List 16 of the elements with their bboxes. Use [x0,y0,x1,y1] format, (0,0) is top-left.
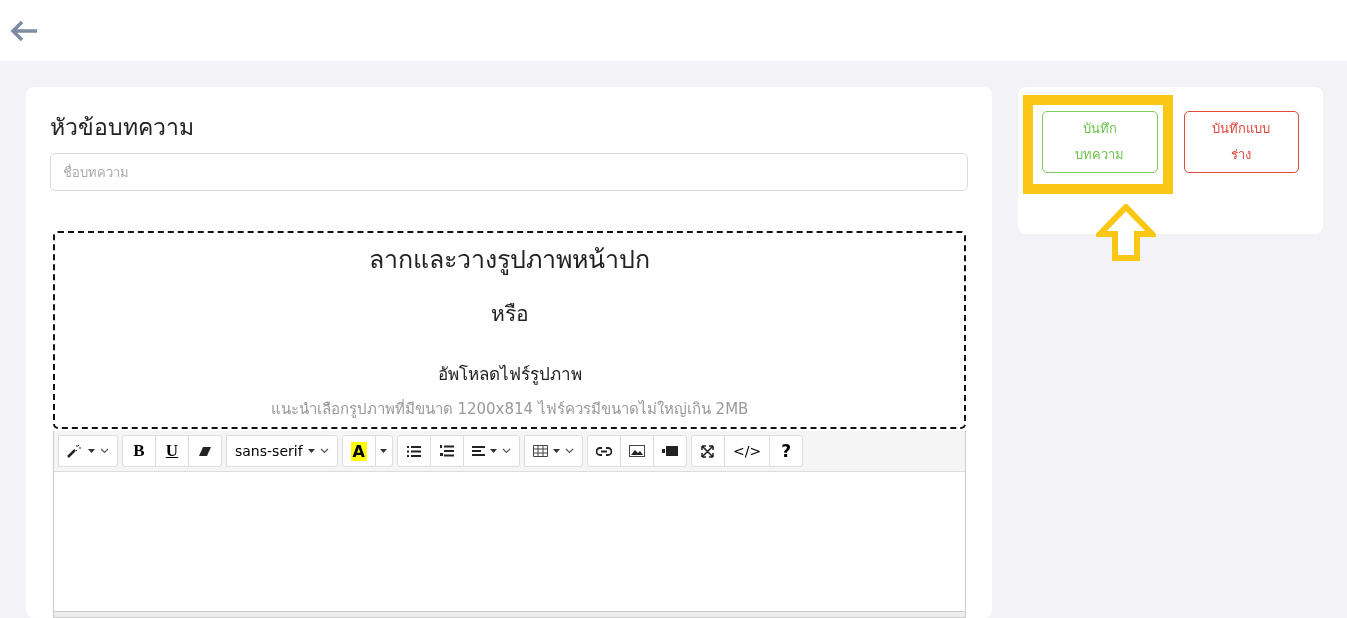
help-button[interactable]: ? [769,435,804,467]
drop-heading: ลากและวางรูปภาพหน้าปก [369,244,650,277]
cover-drop-zone[interactable]: ลากและวางรูปภาพหน้าปก หรือ อัพโหลดไฟร์รูปภาพ แนะนำเลือกรูปภาพที่มีขนาด 1200x814 ไฟร์ควรมีขนาดไม่ใหญ่เกิน 2MB [53,231,966,429]
draft-button[interactable]: บันทึกแบบ ร่าง [1183,111,1299,173]
underline-button[interactable]: U [155,435,189,467]
title-label: หัวข้อบทความ [50,113,195,142]
color-letter: A [350,441,367,461]
or-text: หรือ [490,301,529,328]
text-color-button[interactable]: A [341,435,376,467]
upload-hint: แนะนำเลือกรูปภาพที่มีขนาด 1200x814 ไฟร์ควรมีขนาดไม่ใหญ่เกิน 2MB [270,398,749,420]
upload-text: อัพโหลดไฟร์รูปภาพ [437,363,582,387]
font-name: sans-serif [235,443,303,459]
font-dropdown[interactable]: sans-serif [226,435,338,467]
title-input-field[interactable]: ชื่อบทความ [50,153,968,191]
code-view-button[interactable]: </> [723,435,771,467]
bold-button[interactable]: B [122,435,156,467]
